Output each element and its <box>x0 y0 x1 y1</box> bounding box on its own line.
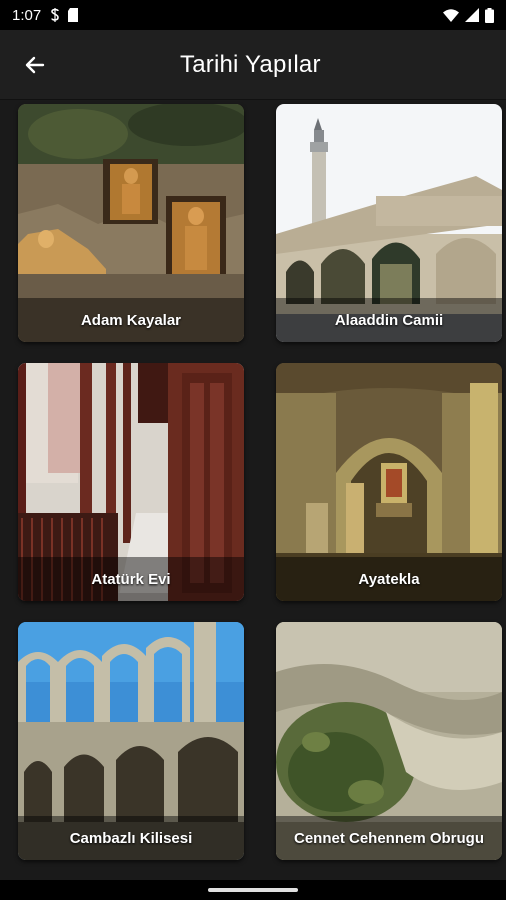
sim-s-icon <box>51 8 60 22</box>
system-nav-bar <box>0 880 506 900</box>
status-left-icons <box>49 8 79 22</box>
home-indicator[interactable] <box>208 888 298 892</box>
app-bar: Tarihi Yapılar <box>0 30 506 100</box>
status-bar: 1:07 <box>0 0 506 30</box>
place-label-band: Atatürk Evi <box>18 557 244 601</box>
place-label-band: Ayatekla <box>276 557 502 601</box>
place-label-band: Cennet Cehennem Obrugu <box>276 816 502 860</box>
arrow-left-icon <box>25 56 45 73</box>
places-grid: Adam Kayalar Alaaddin Camii Atatürk Evi … <box>0 100 506 880</box>
page-title: Tarihi Yapılar <box>180 50 321 78</box>
wifi-icon <box>443 8 459 22</box>
place-card-alaaddin-camii[interactable]: Alaaddin Camii <box>276 104 502 342</box>
place-label: Atatürk Evi <box>91 570 171 588</box>
place-label: Cambazlı Kilisesi <box>69 829 193 847</box>
status-right-icons <box>443 7 494 23</box>
sd-card-icon <box>68 8 79 22</box>
place-card-ayatekla[interactable]: Ayatekla <box>276 363 502 601</box>
place-label: Cennet Cehennem Obrugu <box>293 829 484 847</box>
signal-icon <box>465 8 479 22</box>
place-label-band: Alaaddin Camii <box>276 298 502 342</box>
place-label: Ayatekla <box>358 570 420 588</box>
place-card-ataturk-evi[interactable]: Atatürk Evi <box>18 363 244 601</box>
back-button[interactable] <box>0 30 70 100</box>
place-card-adam-kayalar[interactable]: Adam Kayalar <box>18 104 244 342</box>
place-label: Alaaddin Camii <box>334 311 444 329</box>
status-time: 1:07 <box>12 6 42 24</box>
place-label-band: Adam Kayalar <box>18 298 244 342</box>
place-card-cennet-cehennem[interactable]: Cennet Cehennem Obrugu <box>276 622 502 860</box>
place-label: Adam Kayalar <box>80 311 182 329</box>
battery-icon <box>485 7 494 23</box>
place-card-cambazli-kilisesi[interactable]: Cambazlı Kilisesi <box>18 622 244 860</box>
place-label-band: Cambazlı Kilisesi <box>18 816 244 860</box>
